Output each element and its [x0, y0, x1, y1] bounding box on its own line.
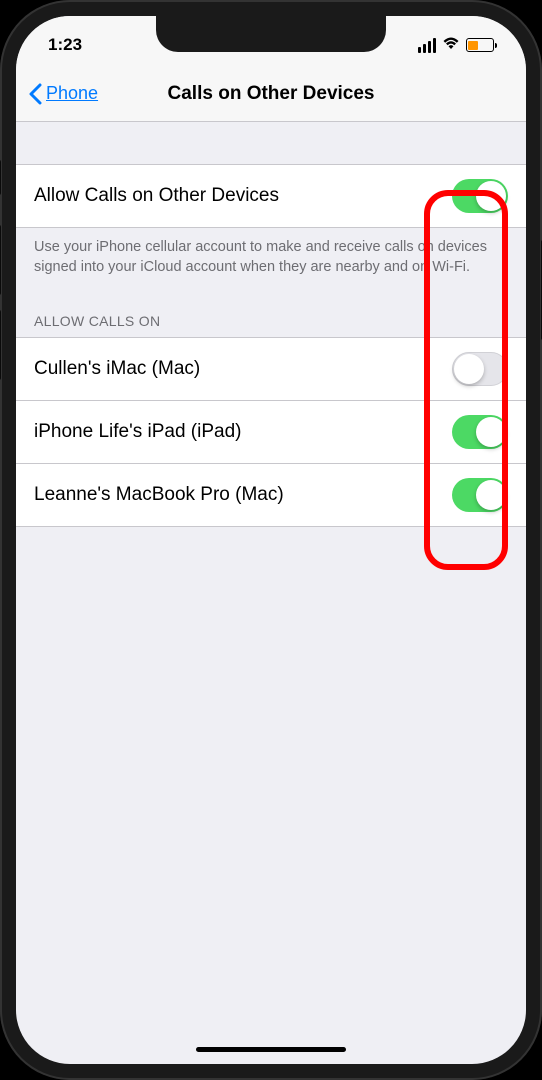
home-indicator[interactable]	[196, 1047, 346, 1052]
device-label: Leanne's MacBook Pro (Mac)	[34, 484, 284, 506]
volume-up-button	[0, 225, 1, 295]
page-title: Calls on Other Devices	[168, 83, 375, 105]
chevron-left-icon	[28, 83, 42, 105]
device-label: Cullen's iMac (Mac)	[34, 358, 200, 380]
volume-down-button	[0, 310, 1, 380]
content: Allow Calls on Other Devices Use your iP…	[16, 122, 526, 527]
device-row: Leanne's MacBook Pro (Mac)	[16, 464, 526, 526]
wifi-icon	[442, 36, 460, 55]
allow-calls-toggle[interactable]	[452, 179, 508, 213]
footer-description: Use your iPhone cellular account to make…	[16, 228, 526, 295]
allow-calls-label: Allow Calls on Other Devices	[34, 185, 279, 207]
status-indicators	[418, 36, 494, 55]
screen: 1:23 Phone Calls on Other Devices	[16, 16, 526, 1064]
phone-frame: 1:23 Phone Calls on Other Devices	[0, 0, 542, 1080]
status-time: 1:23	[48, 35, 82, 55]
device-label: iPhone Life's iPad (iPad)	[34, 421, 241, 443]
allow-calls-row: Allow Calls on Other Devices	[16, 164, 526, 228]
device-toggle[interactable]	[452, 478, 508, 512]
back-button[interactable]: Phone	[28, 83, 98, 105]
back-label: Phone	[46, 83, 98, 104]
section-header-allow-calls-on: ALLOW CALLS ON	[16, 295, 526, 337]
device-toggle[interactable]	[452, 352, 508, 386]
device-row: iPhone Life's iPad (iPad)	[16, 401, 526, 464]
navigation-bar: Phone Calls on Other Devices	[16, 66, 526, 122]
cellular-signal-icon	[418, 38, 436, 53]
device-list: Cullen's iMac (Mac) iPhone Life's iPad (…	[16, 337, 526, 527]
device-row: Cullen's iMac (Mac)	[16, 338, 526, 401]
device-toggle[interactable]	[452, 415, 508, 449]
notch	[156, 16, 386, 52]
battery-icon	[466, 38, 494, 52]
mute-switch	[0, 160, 1, 195]
